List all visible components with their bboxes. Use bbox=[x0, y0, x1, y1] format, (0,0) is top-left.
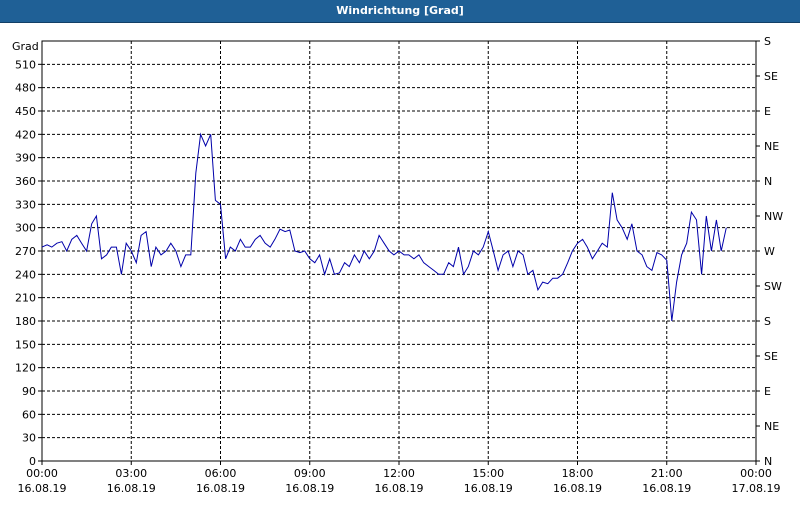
right-tick-label: S bbox=[764, 315, 771, 328]
x-tick-time: 21:00 bbox=[651, 467, 683, 480]
y-tick-label: 300 bbox=[15, 222, 36, 235]
x-tick-time: 00:00 bbox=[740, 467, 772, 480]
right-tick-label: NW bbox=[764, 210, 783, 223]
x-tick-date: 16.08.19 bbox=[642, 482, 691, 495]
x-tick-time: 00:00 bbox=[26, 467, 58, 480]
x-tick-date: 16.08.19 bbox=[464, 482, 513, 495]
x-tick-time: 12:00 bbox=[383, 467, 415, 480]
x-tick-date: 16.08.19 bbox=[196, 482, 245, 495]
y-tick-label: 510 bbox=[15, 58, 36, 71]
x-tick-date: 16.08.19 bbox=[553, 482, 602, 495]
right-tick-label: N bbox=[764, 175, 772, 188]
x-tick-time: 18:00 bbox=[562, 467, 594, 480]
right-tick-label: SW bbox=[764, 280, 782, 293]
x-axis: 00:00 16.08.19 03:00 16.08.19 06:00 16.08.19 0… bbox=[18, 461, 781, 495]
x-tick-date: 16.08.19 bbox=[107, 482, 156, 495]
y-tick-label: 390 bbox=[15, 152, 36, 165]
x-tick-time: 15:00 bbox=[472, 467, 504, 480]
y-tick-label: 180 bbox=[15, 315, 36, 328]
chart-title-bar: Windrichtung [Grad] bbox=[0, 0, 800, 23]
right-tick-label: SE bbox=[764, 350, 778, 363]
y-tick-label: 120 bbox=[15, 362, 36, 375]
chart-title: Windrichtung [Grad] bbox=[336, 4, 464, 17]
y-tick-label: 330 bbox=[15, 198, 36, 211]
y-tick-label: 270 bbox=[15, 245, 36, 258]
x-tick-time: 03:00 bbox=[115, 467, 147, 480]
y-axis-left: 0306090120150180210240270300330360390420… bbox=[15, 58, 42, 468]
y-tick-label: 60 bbox=[22, 408, 36, 421]
right-tick-label: S bbox=[764, 35, 771, 48]
chart-area: 0 30 60 90 120 150 180 210 240 270 300 330 360 390 420… bbox=[0, 23, 800, 500]
y-tick-label: 360 bbox=[15, 175, 36, 188]
y-tick-label: 480 bbox=[15, 82, 36, 95]
wind-direction-chart: 0306090120150180210240270300330360390420… bbox=[12, 35, 783, 495]
x-tick-time: 09:00 bbox=[294, 467, 326, 480]
y-tick-label: 30 bbox=[22, 432, 36, 445]
y-tick-label: 150 bbox=[15, 338, 36, 351]
y-axis-right: NNEESESSWWNWNNEESES bbox=[756, 35, 783, 468]
right-tick-label: E bbox=[764, 385, 771, 398]
x-tick-date: 16.08.19 bbox=[18, 482, 67, 495]
y-axis-label: Grad bbox=[12, 40, 39, 53]
y-tick-label: 420 bbox=[15, 128, 36, 141]
x-tick-date: 16.08.19 bbox=[375, 482, 424, 495]
y-tick-label: 450 bbox=[15, 105, 36, 118]
right-tick-label: E bbox=[764, 105, 771, 118]
x-tick-date: 16.08.19 bbox=[285, 482, 334, 495]
right-tick-label: NE bbox=[764, 140, 779, 153]
right-tick-label: W bbox=[764, 245, 775, 258]
right-tick-label: NE bbox=[764, 420, 779, 433]
x-tick-date: 17.08.19 bbox=[732, 482, 781, 495]
right-tick-label: SE bbox=[764, 70, 778, 83]
x-tick-time: 06:00 bbox=[205, 467, 237, 480]
y-tick-label: 90 bbox=[22, 385, 36, 398]
y-tick-label: 210 bbox=[15, 292, 36, 305]
y-tick-label: 240 bbox=[15, 268, 36, 281]
